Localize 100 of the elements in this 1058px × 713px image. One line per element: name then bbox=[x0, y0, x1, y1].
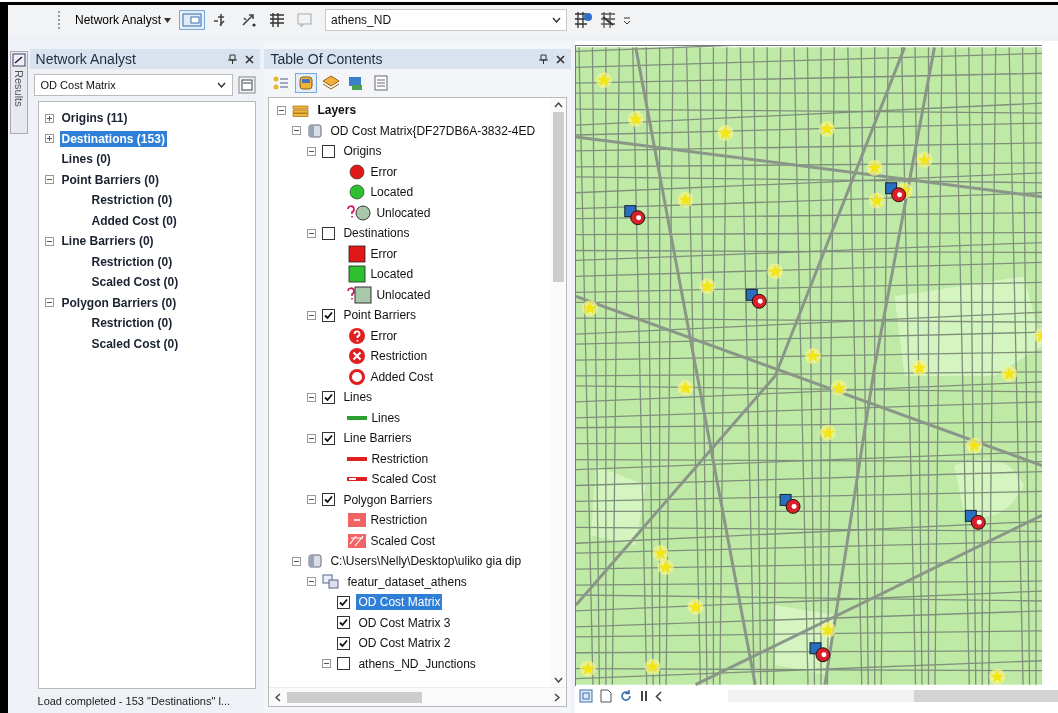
layer-checkbox[interactable] bbox=[337, 595, 351, 609]
results-tab[interactable]: Results bbox=[10, 51, 28, 134]
close-icon[interactable] bbox=[245, 54, 255, 64]
horizontal-scrollbar[interactable] bbox=[728, 690, 1058, 702]
network-analyst-menu[interactable]: Network Analyst bbox=[71, 11, 176, 29]
layer-checkbox[interactable] bbox=[322, 308, 336, 322]
tree-item[interactable]: Restriction (0) bbox=[89, 315, 175, 332]
scroll-down-icon[interactable] bbox=[553, 677, 563, 683]
layer-name[interactable]: Point Barriers bbox=[341, 307, 419, 324]
feature-dataset-icon bbox=[322, 573, 341, 590]
layer-checkbox[interactable] bbox=[322, 144, 336, 158]
scrollbar-thumb[interactable] bbox=[287, 691, 423, 703]
layer-checkbox[interactable] bbox=[337, 636, 351, 650]
panel-title: Table Of Contents bbox=[270, 51, 384, 67]
layer-checkbox[interactable] bbox=[322, 390, 336, 404]
list-by-drawing-icon[interactable] bbox=[295, 73, 318, 93]
collapse-toggle[interactable] bbox=[292, 556, 302, 566]
legend-label: Lines bbox=[370, 409, 402, 426]
grid-check-icon[interactable] bbox=[599, 11, 618, 29]
scroll-right-icon[interactable] bbox=[554, 692, 560, 702]
properties-icon[interactable] bbox=[238, 76, 257, 94]
collapse-toggle[interactable] bbox=[307, 228, 317, 238]
legend-label: Error bbox=[369, 245, 399, 262]
legend-label: Located bbox=[369, 266, 415, 283]
scroll-left-icon[interactable] bbox=[275, 692, 282, 702]
status-text: Load completed - 153 "Destinations" l... bbox=[36, 694, 231, 707]
tree-item[interactable]: Lines (0) bbox=[59, 151, 113, 168]
caret-icon bbox=[217, 82, 227, 88]
legend-label: Scaled Cost bbox=[370, 471, 438, 488]
page-view-icon[interactable] bbox=[599, 689, 613, 703]
database-icon bbox=[307, 553, 324, 570]
layer-name[interactable]: Lines bbox=[341, 389, 375, 406]
build-network-icon[interactable] bbox=[573, 11, 594, 29]
layer-name[interactable]: C:\Users\Nelly\Desktop\uliko gia dip bbox=[328, 553, 524, 570]
panel-title: Network Analyst bbox=[35, 51, 137, 67]
pin-icon[interactable] bbox=[228, 54, 238, 64]
caret-icon bbox=[164, 17, 172, 23]
tree-item[interactable]: Polygon Barriers (0) bbox=[59, 294, 179, 311]
layer-name[interactable]: OD Cost Matrix 2 bbox=[356, 635, 453, 652]
database-icon bbox=[307, 122, 324, 139]
collapse-toggle[interactable] bbox=[307, 392, 317, 402]
layer-name[interactable]: Layers bbox=[315, 102, 359, 119]
expand-toggle[interactable] bbox=[44, 134, 54, 144]
layer-checkbox[interactable] bbox=[322, 493, 336, 507]
legend-label: Restriction bbox=[369, 348, 429, 365]
legend-label: Unlocated bbox=[375, 286, 432, 303]
close-icon[interactable] bbox=[556, 54, 565, 64]
collapse-toggle[interactable] bbox=[322, 659, 332, 669]
tree-item[interactable]: Restriction (0) bbox=[89, 253, 175, 270]
collapse-toggle[interactable] bbox=[307, 495, 317, 505]
expand-toggle[interactable] bbox=[44, 113, 54, 123]
layout-view-icon[interactable] bbox=[579, 689, 593, 703]
caret-icon bbox=[552, 17, 562, 23]
tree-item[interactable]: Point Barriers (0) bbox=[59, 171, 161, 188]
tree-item[interactable]: Line Barriers (0) bbox=[59, 233, 156, 250]
legend-label: Error bbox=[369, 163, 399, 180]
layer-name[interactable]: Destinations bbox=[341, 225, 412, 242]
legend-label: Scaled Cost bbox=[369, 532, 437, 549]
collapse-toggle[interactable] bbox=[44, 236, 54, 246]
refresh-icon[interactable] bbox=[619, 689, 633, 703]
tree-item[interactable]: Destinations (153) bbox=[59, 130, 167, 147]
layer-name[interactable]: athens_ND_Junctions bbox=[356, 655, 478, 672]
scroll-left-icon[interactable] bbox=[655, 690, 662, 702]
analysis-dropdown[interactable]: OD Cost Matrix bbox=[33, 74, 234, 96]
legend-label: Restriction bbox=[369, 512, 429, 529]
pin-icon[interactable] bbox=[539, 54, 548, 64]
tree-item[interactable]: Restriction (0) bbox=[89, 192, 175, 209]
tree-item[interactable]: Scaled Cost (0) bbox=[89, 335, 181, 352]
scroll-up-icon[interactable] bbox=[553, 102, 563, 108]
layer-name[interactable]: OD Cost Matrix 3 bbox=[356, 614, 453, 631]
layer-name[interactable]: Line Barriers bbox=[341, 430, 414, 447]
legend-label: Located bbox=[369, 184, 415, 201]
network-dataset-dropdown[interactable]: athens_ND bbox=[325, 9, 568, 31]
collapse-toggle[interactable] bbox=[277, 105, 287, 115]
layer-checkbox[interactable] bbox=[322, 431, 336, 445]
layer-name[interactable]: featur_dataset_athens bbox=[345, 573, 469, 590]
collapse-toggle[interactable] bbox=[307, 310, 317, 320]
collapse-toggle[interactable] bbox=[307, 433, 317, 443]
scrollbar-thumb[interactable] bbox=[552, 112, 564, 282]
layer-name[interactable]: OD Cost Matrix{DF27DB6A-3832-4ED bbox=[328, 122, 538, 139]
layer-checkbox[interactable] bbox=[337, 657, 351, 671]
collapse-toggle[interactable] bbox=[307, 146, 317, 156]
collapse-toggle[interactable] bbox=[44, 298, 54, 308]
results-icon bbox=[11, 53, 26, 67]
tree-item[interactable]: Scaled Cost (0) bbox=[89, 274, 181, 291]
tree-item[interactable]: Added Cost (0) bbox=[89, 212, 179, 229]
collapse-toggle[interactable] bbox=[292, 126, 302, 136]
tree-item[interactable]: Origins (11) bbox=[59, 110, 130, 127]
layers-icon bbox=[292, 103, 311, 118]
collapse-toggle[interactable] bbox=[307, 577, 317, 587]
layer-checkbox[interactable] bbox=[322, 226, 336, 240]
layer-name[interactable]: OD Cost Matrix bbox=[356, 594, 443, 611]
layer-name[interactable]: Polygon Barriers bbox=[341, 491, 435, 508]
horizontal-scrollbar[interactable] bbox=[269, 687, 566, 706]
scrollbar-thumb[interactable] bbox=[914, 690, 1058, 702]
layer-checkbox[interactable] bbox=[337, 616, 351, 630]
pause-icon[interactable] bbox=[639, 690, 649, 702]
collapse-toggle[interactable] bbox=[44, 175, 54, 185]
layer-name[interactable]: Origins bbox=[341, 143, 384, 160]
vertical-scrollbar[interactable] bbox=[550, 98, 566, 687]
